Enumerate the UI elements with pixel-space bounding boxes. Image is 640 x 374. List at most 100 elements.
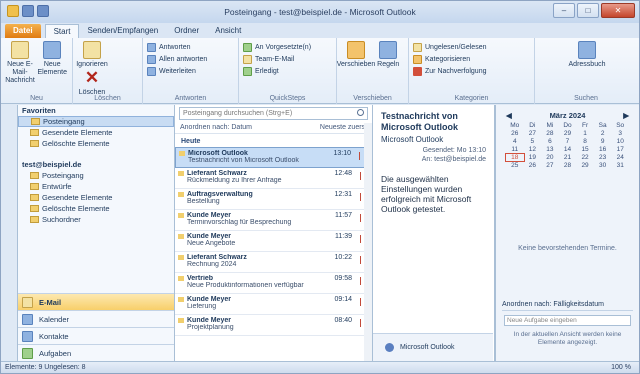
task-arrange-header[interactable]: Anordnen nach: Fälligkeitsdatum [502, 301, 633, 311]
tab-start[interactable]: Start [44, 24, 80, 38]
quickstep-done-button[interactable]: Erledigt [243, 65, 332, 77]
follow-up-button[interactable]: Zur Nachverfolgung [413, 65, 530, 77]
move-button[interactable]: Verschieben [337, 41, 375, 69]
fav-sent[interactable]: Gesendete Elemente [18, 127, 174, 138]
address-book-button[interactable]: Adressbuch [557, 41, 617, 69]
sort-order[interactable]: Neueste zuerst [320, 124, 367, 131]
new-items-button[interactable]: Neue Elemente [37, 41, 67, 77]
fav-deleted[interactable]: Gelöschte Elemente [18, 138, 174, 149]
calendar-day[interactable]: 15 [576, 146, 594, 153]
calendar-day[interactable]: 17 [611, 146, 629, 153]
message-item[interactable]: Vertrieb 09:58 Neue Produktinformationen v… [175, 273, 372, 294]
list-scrollbar[interactable] [364, 123, 372, 361]
minimize-button[interactable]: – [553, 3, 575, 18]
group-header[interactable]: Heute [175, 134, 372, 147]
next-month-icon[interactable]: ▶ [623, 111, 629, 120]
nav-mail-button[interactable]: E-Mail [18, 293, 174, 310]
nav-calendar-button[interactable]: Kalender [18, 310, 174, 327]
group-label: Verschieben [353, 95, 392, 102]
reply-all-button[interactable]: Allen antworten [147, 53, 234, 65]
new-task-input[interactable]: Neue Aufgabe eingeben [504, 315, 631, 326]
ignore-button[interactable]: Ignorieren [76, 41, 108, 69]
flag-icon [413, 66, 422, 76]
weekday-label: Mo [510, 122, 520, 129]
tab-folder[interactable]: Ordner [166, 24, 207, 38]
calendar-day[interactable]: 8 [576, 138, 594, 145]
calendar-day[interactable]: 2 [594, 130, 612, 137]
calendar-day[interactable]: 19 [524, 154, 542, 161]
unread-read-button[interactable]: Ungelesen/Gelesen [413, 41, 530, 53]
message-item[interactable]: Auftragsverwaltung 12:31 Bestellung [175, 189, 372, 210]
arrange-by[interactable]: Anordnen nach: Datum [180, 124, 252, 131]
calendar-day[interactable]: 26 [524, 162, 542, 169]
calendar-day[interactable]: 18 [505, 153, 525, 162]
forward-button[interactable]: Weiterleiten [147, 65, 234, 77]
message-sent: Gesendet: Mo 13:10 An: test@beispiel.de [421, 147, 486, 163]
tab-view[interactable]: Ansicht [207, 24, 249, 38]
ribbon-group-delete: Ignorieren ✕ Löschen Löschen [73, 38, 143, 104]
maximize-button[interactable]: □ [577, 3, 599, 18]
calendar-day[interactable]: 28 [559, 162, 577, 169]
search-input[interactable]: Posteingang durchsuchen (Strg+E) [179, 107, 368, 120]
acc-deleted[interactable]: Gelöschte Elemente [18, 203, 174, 214]
calendar-day[interactable]: 27 [524, 130, 542, 137]
message-item[interactable]: Kunde Meyer 09:14 Lieferung [175, 294, 372, 315]
calendar-day[interactable]: 7 [559, 138, 577, 145]
tab-send-receive[interactable]: Senden/Empfangen [79, 24, 166, 38]
message-item[interactable]: Lieferant Schwarz 12:48 Rückmeldung zu Ihr… [175, 168, 372, 189]
rules-button[interactable]: Regeln [373, 41, 403, 69]
message-item[interactable]: Kunde Meyer 11:39 Neue Angebote [175, 231, 372, 252]
calendar-day[interactable]: 4 [506, 138, 524, 145]
calendar-day[interactable]: 13 [541, 146, 559, 153]
navigation-pane: Favoriten Posteingang Gesendete Elemente… [17, 105, 175, 361]
fav-inbox[interactable]: Posteingang [18, 116, 174, 127]
message-item[interactable]: Kunde Meyer 08:40 Projektplanung [175, 315, 372, 336]
calendar-day[interactable]: 16 [594, 146, 612, 153]
message-item[interactable]: Kunde Meyer 11:57 Terminvorschlag für Besp… [175, 210, 372, 231]
calendar-day[interactable]: 3 [611, 130, 629, 137]
reply-button[interactable]: Antworten [147, 41, 234, 53]
tab-file[interactable]: Datei [5, 24, 41, 38]
message-item[interactable]: Lieferant Schwarz 10:22 Rechnung 2024 [175, 252, 372, 273]
calendar-day[interactable]: 14 [559, 146, 577, 153]
zoom-level[interactable]: 100 % [611, 362, 631, 373]
calendar-day[interactable]: 22 [576, 154, 594, 161]
delete-button[interactable]: ✕ Löschen [77, 69, 107, 97]
search-icon[interactable] [357, 109, 364, 116]
categorize-button[interactable]: Kategorisieren [413, 53, 530, 65]
calendar-day[interactable]: 24 [611, 154, 629, 161]
nav-contacts-button[interactable]: Kontakte [18, 327, 174, 344]
calendar-day[interactable]: 10 [611, 138, 629, 145]
calendar-day[interactable]: 28 [541, 130, 559, 137]
prev-month-icon[interactable]: ◀ [506, 111, 512, 120]
calendar-day[interactable]: 25 [506, 162, 524, 169]
calendar-day[interactable]: 21 [559, 154, 577, 161]
acc-sent[interactable]: Gesendete Elemente [18, 192, 174, 203]
calendar-day[interactable]: 20 [541, 154, 559, 161]
calendar-day[interactable]: 9 [594, 138, 612, 145]
calendar-day[interactable]: 29 [559, 130, 577, 137]
quickstep-team-button[interactable]: Team-E-Mail [243, 53, 332, 65]
calendar-day[interactable]: 31 [611, 162, 629, 169]
message-item[interactable]: Microsoft Outlook 13:10 Testnachricht von … [175, 147, 372, 168]
quickstep-manager-button[interactable]: An Vorgesetzte(n) [243, 41, 332, 53]
acc-drafts[interactable]: Entwürfe [18, 181, 174, 192]
calendar-day[interactable]: 11 [506, 146, 524, 153]
calendar-day[interactable]: 12 [524, 146, 542, 153]
calendar-day[interactable]: 5 [524, 138, 542, 145]
account-header[interactable]: test@beispiel.de [18, 159, 174, 170]
calendar-day[interactable]: 27 [541, 162, 559, 169]
calendar-day[interactable]: 29 [576, 162, 594, 169]
calendar-day[interactable]: 6 [541, 138, 559, 145]
message-sender[interactable]: Microsoft Outlook [373, 133, 494, 144]
nav-tasks-button[interactable]: Aufgaben [18, 344, 174, 361]
calendar-day[interactable]: 23 [594, 154, 612, 161]
close-button[interactable]: ✕ [601, 3, 635, 18]
new-email-button[interactable]: Neue E-Mail-Nachricht [5, 41, 35, 85]
calendar-day[interactable]: 1 [576, 130, 594, 137]
acc-inbox[interactable]: Posteingang [18, 170, 174, 181]
acc-search-folders[interactable]: Suchordner [18, 214, 174, 225]
favorites-header[interactable]: Favoriten [18, 105, 174, 116]
calendar-day[interactable]: 30 [594, 162, 612, 169]
calendar-day[interactable]: 26 [506, 130, 524, 137]
